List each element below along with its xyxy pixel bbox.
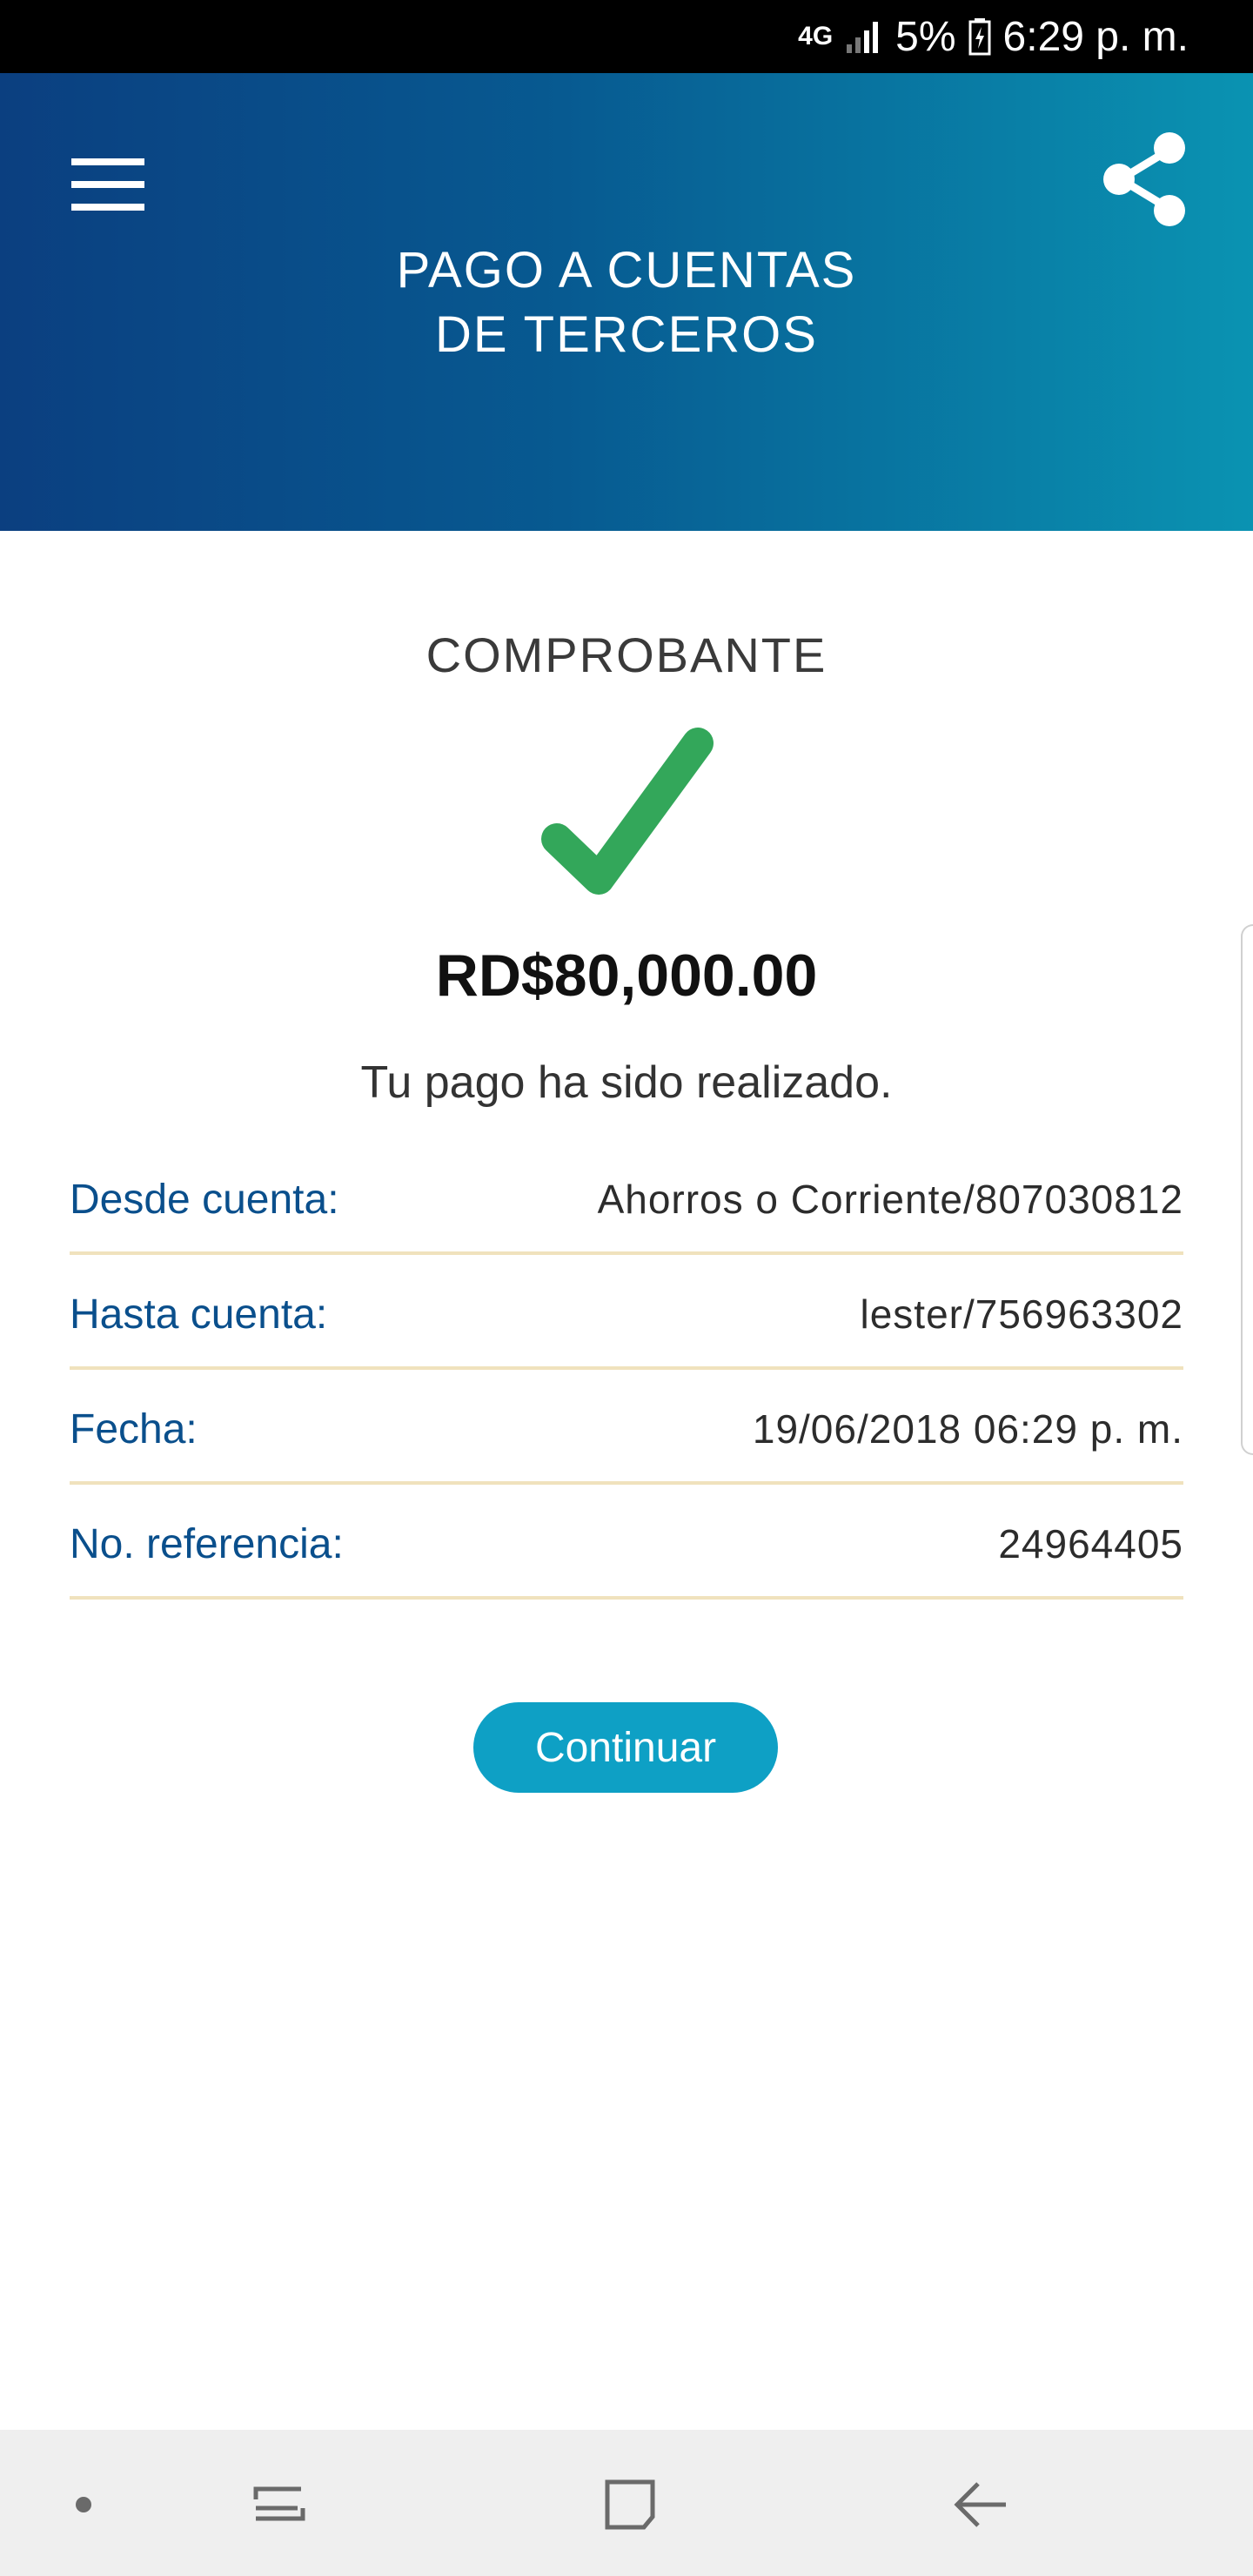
confirmation-message: Tu pago ha sido realizado.	[360, 1057, 893, 1108]
detail-value: 19/06/2018 06:29 p. m.	[752, 1406, 1183, 1452]
share-icon	[1103, 132, 1185, 226]
menu-button[interactable]	[71, 155, 150, 216]
battery-icon	[968, 17, 991, 56]
detail-label: Fecha:	[70, 1405, 198, 1452]
page-title-line-2: DE TERCEROS	[435, 306, 818, 363]
detail-label: No. referencia:	[70, 1520, 344, 1567]
detail-row-to-account: Hasta cuenta: lester/756963302	[70, 1255, 1183, 1370]
receipt-details: Desde cuenta: Ahorros o Corriente/807030…	[70, 1140, 1183, 1600]
page-title: PAGO A CUENTAS DE TERCEROS	[278, 238, 975, 367]
detail-value: lester/756963302	[860, 1291, 1183, 1337]
continue-button[interactable]: Continuar	[473, 1702, 778, 1793]
system-nav-bar	[0, 2430, 1253, 2576]
status-time: 6:29 p. m.	[1002, 13, 1189, 60]
recent-apps-icon[interactable]	[245, 2473, 315, 2534]
app-header: PAGO A CUENTAS DE TERCEROS	[0, 73, 1253, 531]
hamburger-menu-icon	[71, 158, 144, 211]
payment-amount: RD$80,000.00	[435, 943, 818, 1009]
signal-icon	[845, 18, 883, 55]
detail-label: Hasta cuenta:	[70, 1291, 328, 1338]
back-icon[interactable]	[947, 2473, 1016, 2534]
detail-row-reference: No. referencia: 24964405	[70, 1485, 1183, 1600]
share-button[interactable]	[1098, 131, 1192, 228]
receipt-title: COMPROBANTE	[425, 627, 828, 682]
checkmark-icon	[533, 722, 720, 910]
detail-row-from-account: Desde cuenta: Ahorros o Corriente/807030…	[70, 1140, 1183, 1255]
home-icon[interactable]	[595, 2473, 665, 2534]
dot-icon[interactable]	[49, 2473, 118, 2534]
page-title-line-1: PAGO A CUENTAS	[396, 242, 857, 299]
edge-panel-handle[interactable]	[1241, 924, 1253, 1455]
detail-row-date: Fecha: 19/06/2018 06:29 p. m.	[70, 1370, 1183, 1485]
detail-label: Desde cuenta:	[70, 1176, 339, 1223]
battery-percentage: 5%	[895, 13, 956, 60]
detail-value: Ahorros o Corriente/807030812	[597, 1177, 1183, 1222]
detail-value: 24964405	[998, 1521, 1183, 1566]
status-bar: 4G 5% 6:29 p. m.	[0, 0, 1253, 73]
network-type: 4G	[798, 22, 834, 50]
status-indicators: 4G 5% 6:29 p. m.	[798, 0, 1189, 73]
